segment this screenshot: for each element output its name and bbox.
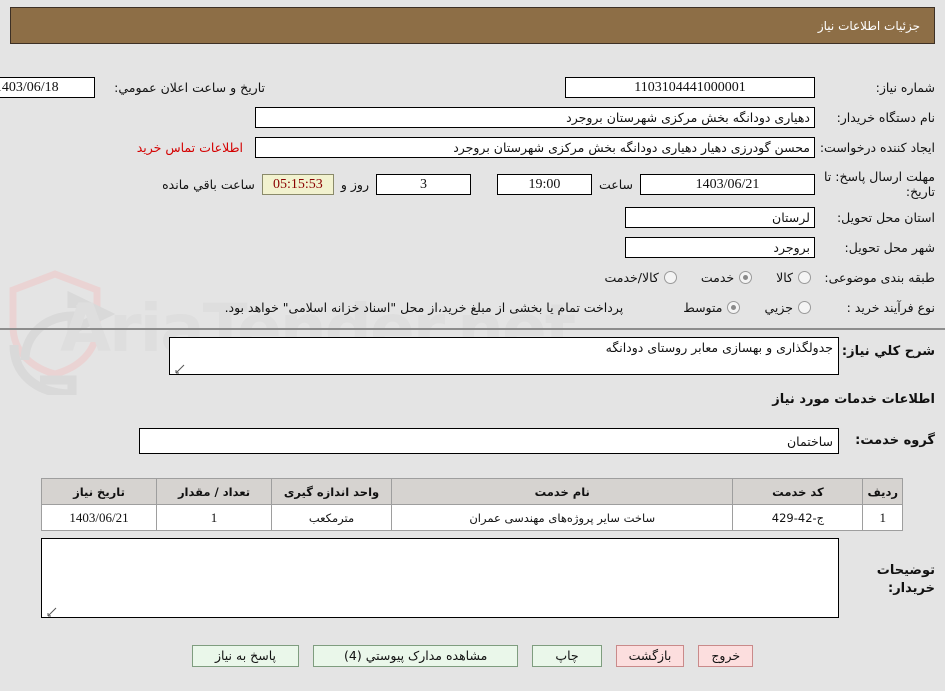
th-need-date: تاریخ نیاز: [41, 478, 157, 505]
buyer-notes-value: [41, 538, 839, 618]
table-header-row: ردیف کد خدمت نام خدمت واحد اندازه گیری ت…: [41, 478, 903, 505]
service-group-label: گروه خدمت:: [855, 433, 935, 448]
cell-service-code: ج-42-429: [732, 504, 864, 531]
cell-row-no: 1: [862, 504, 903, 531]
radio-goods-service-icon[interactable]: [663, 270, 677, 284]
th-unit: واحد اندازه گیری: [271, 478, 392, 505]
cell-service-name: ساخت سایر پروژه‌های مهندسی عمران: [390, 504, 734, 531]
deadline-hour-label: ساعت: [598, 176, 633, 192]
respond-to-need-button[interactable]: پاسخ به نیاز: [191, 645, 299, 667]
radio-minor-icon[interactable]: [798, 300, 811, 314]
category-option-goods[interactable]: کالا: [776, 270, 811, 285]
category-option-goods-service-label: کالا/خدمت: [604, 269, 659, 285]
need-number-value: 1103104441000001: [565, 76, 815, 98]
page-title: جزئیات اطلاعات نیاز: [817, 18, 920, 33]
th-row-no: ردیف: [862, 478, 903, 505]
deadline-row: مهلت ارسال پاسخ: تا تاریخ: 1403/06/21 سا…: [162, 166, 935, 202]
table-row: 1 ج-42-429 ساخت سایر پروژه‌های مهندسی عم…: [41, 504, 903, 531]
category-option-goods-service[interactable]: کالا/خدمت: [604, 269, 677, 285]
province-row: استان محل تحویل: لرستان: [625, 206, 935, 228]
payment-note: پرداخت تمام یا بخشی از مبلغ خرید،از محل …: [224, 299, 624, 315]
creator-row: ایجاد کننده درخواست: محسن گودرزی دهیار د…: [137, 136, 935, 158]
buyer-org-value: دهیاری دودانگه بخش مرکزی شهرستان بروجرد: [255, 106, 815, 128]
process-option-minor[interactable]: جزیي: [764, 300, 811, 315]
process-option-medium[interactable]: متوسط: [683, 299, 741, 315]
announce-datetime-value: 1403/06/18 - 13:01: [0, 76, 95, 98]
cell-quantity: 1: [156, 504, 272, 531]
need-details-form: شماره نیاز: 1103104441000001 تاریخ و ساع…: [0, 50, 945, 330]
remaining-time-suffix: ساعت باقي مانده: [162, 176, 255, 192]
cell-unit: مترمکعب: [271, 504, 392, 531]
radio-goods-icon[interactable]: [798, 270, 811, 284]
process-option-medium-label: متوسط: [683, 299, 723, 315]
general-desc-label: شرح کلي نیاز:: [841, 344, 935, 359]
main-panel: شماره نیاز: 1103104441000001 تاریخ و ساع…: [0, 50, 945, 618]
remaining-time-countdown: 05:15:53: [261, 173, 334, 195]
deadline-label: مهلت ارسال پاسخ: تا تاریخ:: [824, 169, 935, 199]
category-option-service-label: خدمت: [700, 269, 735, 285]
province-label: استان محل تحویل:: [836, 209, 935, 225]
need-number-label: شماره نیاز:: [875, 79, 935, 95]
radio-medium-icon[interactable]: [727, 300, 741, 314]
general-desc-value: جدولگذاری و بهسازی معابر روستای دودانگه: [169, 337, 839, 375]
deadline-date-value: 1403/06/21: [640, 173, 815, 195]
th-service-code: کد خدمت: [732, 478, 864, 505]
city-value: بروجرد: [625, 236, 815, 258]
category-label: طبقه بندی موضوعی:: [824, 269, 935, 285]
city-row: شهر محل تحویل: بروجرد: [625, 236, 935, 258]
announce-datetime-row: تاریخ و ساعت اعلان عمومي: 1403/06/18 - 1…: [0, 76, 265, 98]
buyer-contact-link[interactable]: اطلاعات تماس خرید: [137, 140, 243, 155]
category-option-service[interactable]: خدمت: [700, 269, 753, 285]
deadline-hour-value: 19:00: [496, 173, 592, 195]
view-attachments-button[interactable]: مشاهده مدارک پیوستي (4): [313, 645, 519, 667]
creator-label: ایجاد کننده درخواست:: [819, 139, 935, 155]
service-group-value: ساختمان: [139, 428, 839, 454]
th-quantity: تعداد / مقدار: [156, 478, 272, 505]
remaining-days-label: روز و: [340, 176, 369, 192]
category-row: طبقه بندی موضوعی: کالا خدمت کالا/خدمت: [604, 266, 935, 288]
cell-need-date: 1403/06/21: [41, 504, 157, 531]
process-option-minor-label: جزیي: [764, 299, 793, 315]
announce-datetime-label: تاریخ و ساعت اعلان عمومي:: [114, 79, 265, 95]
creator-value: محسن گودرزی دهیار دهیاری دودانگه بخش مرک…: [255, 136, 815, 158]
buyer-org-row: نام دستگاه خریدار: دهیاری دودانگه بخش مر…: [255, 106, 935, 128]
process-type-label: نوع فرآیند خرید :: [846, 299, 935, 315]
services-table: ردیف کد خدمت نام خدمت واحد اندازه گیری ت…: [41, 478, 903, 531]
buyer-notes-label: توضیحات خریدار:: [876, 563, 935, 596]
remaining-days-value: 3: [375, 173, 471, 195]
page-header: جزئیات اطلاعات نیاز: [10, 7, 935, 44]
page-root: جزئیات اطلاعات نیاز AriaTender.net شماره…: [0, 0, 945, 691]
need-number-row: شماره نیاز: 1103104441000001: [565, 76, 935, 98]
back-button[interactable]: بازگشت: [615, 645, 685, 667]
exit-button[interactable]: خروج: [698, 645, 754, 667]
radio-service-icon[interactable]: [739, 270, 753, 284]
category-option-goods-label: کالا: [776, 269, 793, 285]
province-value: لرستان: [625, 206, 815, 228]
process-type-row: نوع فرآیند خرید : جزیي متوسط پرداخت تمام…: [225, 296, 935, 318]
services-section-title: اطلاعات خدمات مورد نیاز: [772, 392, 935, 407]
print-button[interactable]: چاپ: [532, 645, 602, 667]
action-button-bar: خروج بازگشت چاپ مشاهده مدارک پیوستي (4) …: [0, 645, 945, 667]
th-service-name: نام خدمت: [390, 478, 734, 505]
city-label: شهر محل تحویل:: [844, 239, 935, 255]
buyer-org-label: نام دستگاه خریدار:: [836, 109, 935, 125]
